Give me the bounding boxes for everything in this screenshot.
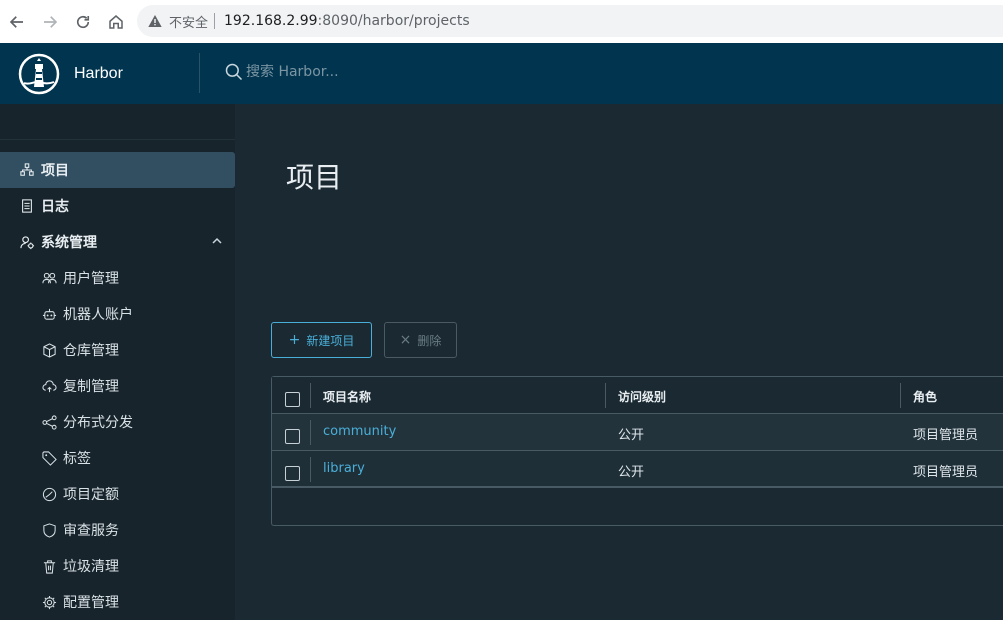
warning-icon[interactable] [147,13,163,29]
gear-icon [41,594,57,610]
address-bar[interactable]: 不安全 192.168.2.99 :8090/harbor/projects [137,5,1003,37]
sidebar-item-users[interactable]: 用户管理 [0,260,235,296]
column-separator [310,383,311,408]
sidebar-item-label: 系统管理 [41,235,97,251]
sidebar-item-projects[interactable]: 项目 [0,152,235,188]
sidebar-item-label: 用户管理 [63,271,119,287]
home-button[interactable] [100,6,132,38]
column-separator [310,420,311,445]
url-host: 192.168.2.99 [224,13,318,29]
reload-button[interactable] [67,6,99,38]
sidebar-item-robot-accounts[interactable]: 机器人账户 [0,296,235,332]
brand-name: Harbor [74,64,123,82]
admin-icon [19,234,35,250]
sidebar-separator [0,139,235,140]
sidebar-item-garbage-collection[interactable]: 垃圾清理 [0,548,235,584]
column-header-name[interactable]: 项目名称 [323,388,371,405]
delete-button[interactable]: × 删除 [384,322,457,358]
column-header-role[interactable]: 角色 [913,388,937,405]
column-separator [310,457,311,482]
role: 项目管理员 [913,428,979,443]
harbor-logo-icon[interactable] [18,53,60,95]
browser-toolbar: 不安全 192.168.2.99 :8090/harbor/projects [0,0,1003,43]
row-checkbox[interactable] [285,466,300,481]
shield-icon [41,522,57,538]
robot-icon [41,306,57,322]
new-project-label: 新建项目 [306,333,355,348]
sidebar-item-administration[interactable]: 系统管理 [0,224,235,260]
project-icon [19,162,35,178]
header-divider [199,53,200,93]
sidebar-item-labels[interactable]: 标签 [0,440,235,476]
insecure-label: 不安全 [169,15,209,31]
table-row[interactable]: community 公开 项目管理员 [272,414,1003,451]
sidebar-item-label: 项目定额 [63,487,119,503]
tag-icon [41,450,57,466]
reload-icon [76,15,90,28]
access-level: 公开 [618,465,645,480]
sidebar-item-label: 审查服务 [63,523,119,539]
sidebar-item-project-quotas[interactable]: 项目定额 [0,476,235,512]
sidebar-item-label: 复制管理 [63,379,119,395]
sidebar-item-label: 分布式分发 [63,415,133,431]
home-icon [109,14,123,29]
arrow-right-icon [44,15,58,28]
registry-icon [41,342,57,358]
url-path: :8090/harbor/projects [317,13,470,29]
sidebar: 项目 日志 系统管理 用户管理 机器人账户 仓库管理 复制管理 分布式分发 标签… [0,104,235,620]
projects-datagrid: 项目名称 访问级别 角色 community 公开 项目管理员 library … [271,376,1003,526]
sidebar-item-interrogation-services[interactable]: 审查服务 [0,512,235,548]
plus-icon: + [288,332,301,348]
main-content: 项目 + 新建项目 × 删除 项目名称 访问级别 角色 community 公开… [235,104,1003,620]
sidebar-item-configuration[interactable]: 配置管理 [0,584,235,620]
forward-button[interactable] [34,6,66,38]
log-icon [19,198,35,214]
gauge-icon [41,486,57,502]
sidebar-item-label: 配置管理 [63,595,119,611]
sidebar-item-label: 项目 [41,163,69,179]
sidebar-item-label: 标签 [63,451,91,467]
share-icon [41,414,57,430]
sidebar-item-label: 日志 [41,199,69,215]
table-row[interactable]: library 公开 项目管理员 [272,451,1003,488]
cloud-sync-icon [41,378,57,394]
omnibox-separator [214,13,216,29]
app-header: Harbor [0,43,1003,104]
column-header-access[interactable]: 访问级别 [618,388,666,405]
project-name-link[interactable]: library [323,461,365,476]
search-input[interactable] [246,64,446,80]
project-name-link[interactable]: community [323,424,396,439]
sidebar-item-label: 垃圾清理 [63,559,119,575]
trash-icon [41,558,57,574]
users-icon [41,270,57,286]
table-header: 项目名称 访问级别 角色 [272,377,1003,414]
new-project-button[interactable]: + 新建项目 [271,322,372,358]
sidebar-item-logs[interactable]: 日志 [0,188,235,224]
role: 项目管理员 [913,465,979,480]
delete-label: 删除 [417,333,442,348]
column-separator[interactable] [605,383,606,408]
column-separator[interactable] [900,383,901,408]
sidebar-item-label: 机器人账户 [63,307,133,323]
back-button[interactable] [1,6,33,38]
sidebar-item-distributions[interactable]: 分布式分发 [0,404,235,440]
global-search[interactable] [224,62,446,82]
search-icon [225,63,243,81]
access-level: 公开 [618,428,645,443]
sidebar-item-label: 仓库管理 [63,343,119,359]
sidebar-item-replications[interactable]: 复制管理 [0,368,235,404]
select-all-checkbox[interactable] [285,392,300,407]
close-icon: × [399,332,412,348]
page-title: 项目 [286,161,343,194]
chevron-up-icon[interactable] [211,235,223,247]
arrow-left-icon [9,15,23,28]
sidebar-item-registries[interactable]: 仓库管理 [0,332,235,368]
row-checkbox[interactable] [285,429,300,444]
